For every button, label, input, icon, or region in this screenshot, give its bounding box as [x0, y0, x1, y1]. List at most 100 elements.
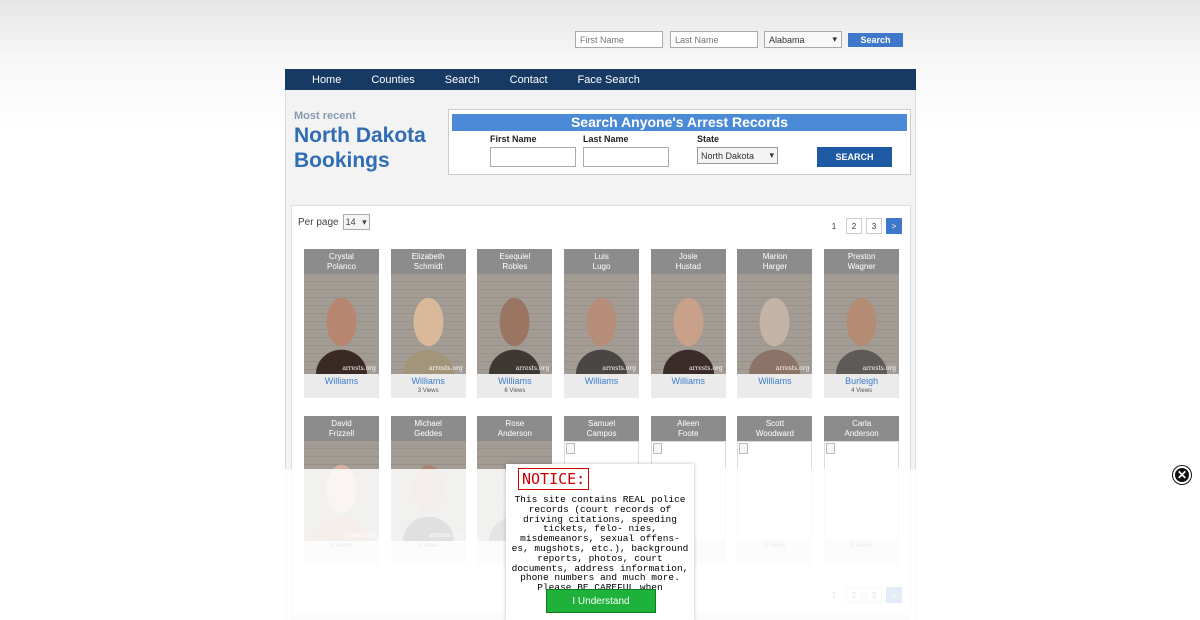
broken-image-icon [739, 443, 749, 454]
person-first-name: David [331, 419, 352, 428]
first-name-field[interactable] [490, 147, 576, 167]
person-last-name: Polanco [327, 262, 356, 271]
top-state-select[interactable]: Alabama ▾ [764, 31, 842, 48]
person-name[interactable]: Aileen Foote [650, 416, 726, 441]
person-first-name: Rose [505, 419, 525, 428]
person-name[interactable]: Samuel Campos [564, 416, 640, 441]
person-name[interactable]: Rose Anderson [477, 416, 553, 441]
nav-face-search[interactable]: Face Search [578, 74, 640, 86]
close-icon[interactable]: ✕ [1173, 466, 1191, 484]
county-link[interactable]: Burleigh [824, 376, 899, 386]
watermark: arrests.org [515, 365, 550, 372]
page-2[interactable]: 2 [846, 218, 862, 234]
top-search-button[interactable]: Search [848, 32, 903, 47]
county-link[interactable]: Williams [564, 376, 639, 386]
person-first-name: Aileen [677, 419, 700, 428]
notice-text: This site contains REAL police records (… [511, 494, 689, 603]
person-last-name: Robles [502, 262, 528, 271]
person-first-name: Josie [678, 252, 698, 261]
county-link[interactable]: Williams [477, 376, 552, 386]
person-last-name: Foote [678, 429, 699, 438]
person-name[interactable]: Crystal Polanco [304, 249, 379, 274]
nav-counties[interactable]: Counties [371, 74, 414, 86]
mugshot-photo[interactable]: arrests.org [390, 274, 466, 374]
person-name[interactable]: Preston Wagner [824, 249, 900, 274]
person-name[interactable]: Esequiel Robles [477, 249, 553, 274]
booking-card[interactable]: Crystal Polanco arrests.org Williams [304, 249, 379, 398]
booking-card[interactable]: Marion Harger arrests.org Williams [737, 249, 813, 398]
page-3[interactable]: 3 [866, 218, 882, 234]
person-first-name: Preston [847, 252, 876, 261]
person-first-name: Michael [414, 419, 442, 428]
nav-home[interactable]: Home [312, 74, 341, 86]
person-last-name: Harger [762, 262, 788, 271]
person-first-name: Luis [594, 252, 609, 261]
mugshot-photo[interactable]: arrests.org [737, 274, 813, 374]
top-state-value: Alabama [769, 34, 805, 45]
booking-card[interactable]: Elizabeth Schmidt arrests.org Williams 3 Vie… [390, 249, 466, 398]
per-page-select[interactable]: 14 ▾ [342, 214, 370, 230]
person-first-name: Samuel [588, 419, 616, 428]
notice-dialog: NOTICE: This site contains REAL police r… [506, 464, 694, 620]
watermark: arrests.org [602, 365, 637, 372]
person-name[interactable]: Carla Anderson [824, 416, 900, 441]
arrest-search-button[interactable]: SEARCH [817, 147, 892, 167]
per-page-control: Per page 14 ▾ [298, 214, 370, 230]
booking-card[interactable]: Josie Hustad arrests.org Williams [650, 249, 726, 398]
mugshot-photo[interactable]: arrests.org [564, 274, 640, 374]
chevron-down-icon: ▾ [362, 216, 367, 227]
county-link[interactable]: Williams [737, 376, 812, 386]
watermark: arrests.org [429, 365, 463, 372]
mugshot-photo[interactable]: arrests.org [650, 274, 726, 374]
county-link[interactable]: Williams [391, 376, 466, 386]
page-next[interactable]: > [886, 218, 902, 234]
person-first-name: Elizabeth [411, 252, 445, 261]
last-name-label: Last Name [583, 134, 629, 144]
person-name[interactable]: Elizabeth Schmidt [390, 249, 466, 274]
person-name[interactable]: Josie Hustad [650, 249, 726, 274]
person-first-name: Scott [765, 419, 785, 428]
person-name[interactable]: Michael Geddes [390, 416, 466, 441]
watermark: arrests.org [342, 365, 376, 372]
view-count: 6 Views [504, 388, 526, 394]
booking-card[interactable]: Esequiel Robles arrests.org Williams 6 Views [477, 249, 553, 398]
person-last-name: Wagner [847, 262, 876, 271]
page-1[interactable]: 1 [826, 218, 842, 234]
i-understand-button[interactable]: I Understand [546, 589, 656, 613]
main-nav: Home Counties Search Contact Face Search [285, 69, 916, 90]
person-first-name: Marion [762, 252, 788, 261]
county-link[interactable]: Williams [651, 376, 726, 386]
person-name[interactable]: Luis Lugo [564, 249, 640, 274]
mugshot-photo[interactable]: arrests.org [824, 274, 900, 374]
mugshot-photo[interactable]: arrests.org [477, 274, 553, 374]
person-last-name: Frizzell [328, 429, 355, 438]
per-page-value: 14 [345, 217, 356, 227]
broken-image-icon [652, 443, 662, 454]
broken-image-icon [566, 443, 576, 454]
watermark: arrests.org [862, 365, 897, 372]
headline-state: North Dakota [294, 124, 426, 147]
person-name[interactable]: David Frizzell [304, 416, 379, 441]
nav-search[interactable]: Search [445, 74, 480, 86]
person-name[interactable]: Marion Harger [737, 249, 813, 274]
county-link[interactable]: Williams [304, 376, 379, 386]
last-name-field[interactable] [583, 147, 669, 167]
person-first-name: Carla [852, 419, 872, 428]
person-last-name: Woodward [755, 429, 794, 438]
top-last-name-input[interactable] [670, 31, 758, 48]
person-first-name: Esequiel [499, 252, 531, 261]
mugshot-photo[interactable]: arrests.org [304, 274, 379, 374]
person-last-name: Schmidt [413, 262, 443, 271]
view-count: 4 Views [851, 388, 873, 394]
person-name[interactable]: Scott Woodward [737, 416, 813, 441]
person-last-name: Anderson [844, 429, 879, 438]
state-select-value: North Dakota [701, 150, 755, 161]
booking-card[interactable]: Preston Wagner arrests.org Burleigh 4 Views [824, 249, 900, 398]
state-label: State [697, 134, 720, 144]
person-last-name: Geddes [414, 429, 443, 438]
top-first-name-input[interactable] [575, 31, 663, 48]
nav-contact[interactable]: Contact [510, 74, 548, 86]
state-select[interactable]: North Dakota ▾ [697, 147, 778, 164]
person-last-name: Hustad [675, 262, 701, 271]
booking-card[interactable]: Luis Lugo arrests.org Williams [564, 249, 640, 398]
